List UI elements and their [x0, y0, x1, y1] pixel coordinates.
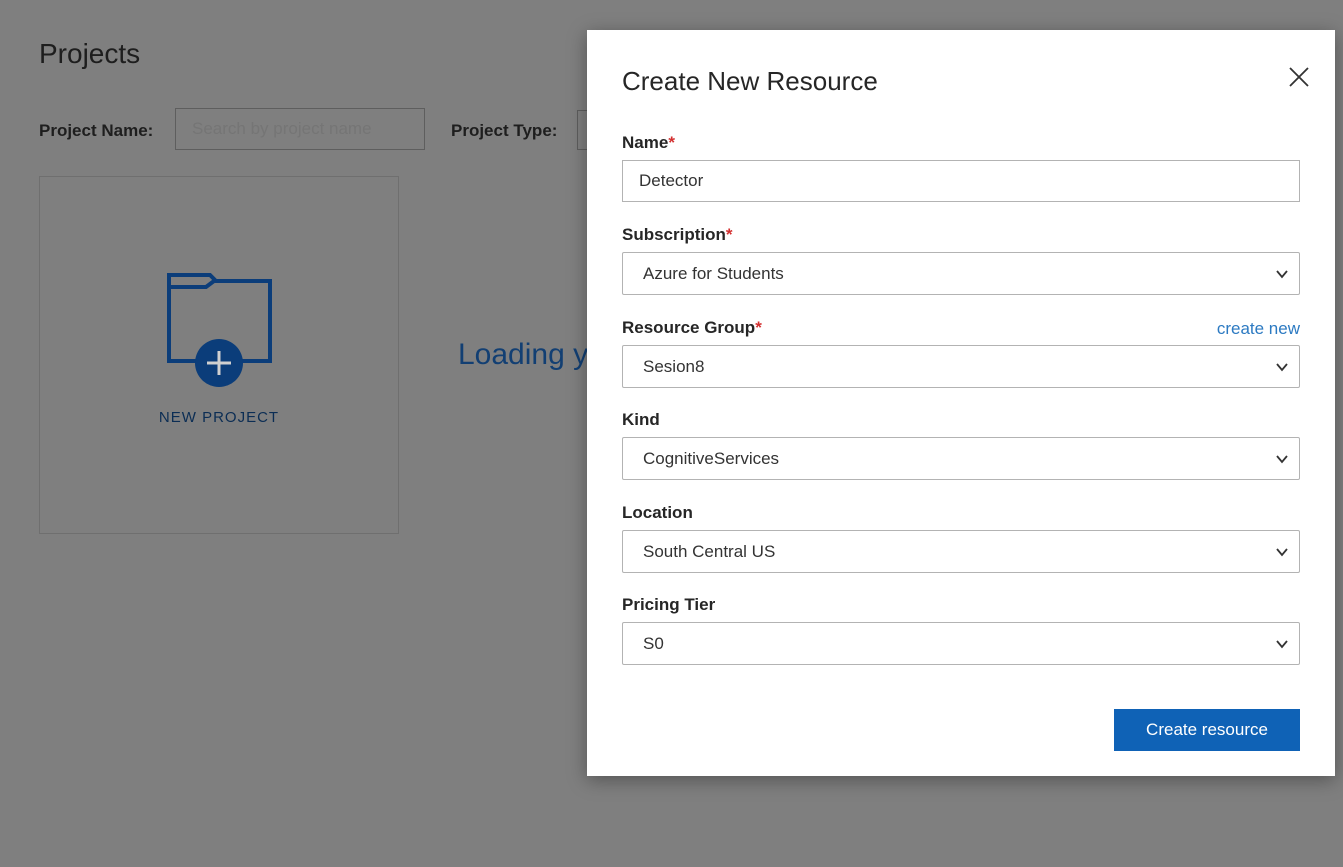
- pricing-tier-value: S0: [643, 634, 664, 653]
- project-search-input[interactable]: [175, 108, 425, 150]
- new-project-card[interactable]: NEW PROJECT: [39, 176, 399, 534]
- required-marker: *: [755, 318, 762, 337]
- page-title: Projects: [39, 38, 141, 69]
- create-resource-button[interactable]: Create resource: [1114, 709, 1300, 751]
- new-project-label: NEW PROJECT: [158, 409, 280, 426]
- required-marker: *: [668, 133, 675, 152]
- pricing-tier-select[interactable]: S0: [622, 622, 1300, 665]
- kind-value: CognitiveServices: [643, 449, 780, 468]
- close-icon[interactable]: [1287, 65, 1311, 89]
- pricing-tier-label: Pricing Tier: [622, 595, 716, 614]
- kind-select[interactable]: CognitiveServices: [622, 437, 1300, 480]
- kind-label: Kind: [622, 410, 660, 429]
- project-type-label: Project Type:: [451, 121, 558, 140]
- subscription-select[interactable]: Azure for Students: [622, 252, 1300, 295]
- required-marker: *: [725, 225, 733, 244]
- new-folder-icon: [167, 273, 272, 387]
- resource-group-label: Resource Group*: [622, 318, 762, 337]
- name-label: Name*: [622, 133, 675, 152]
- subscription-value: Azure for Students: [643, 264, 784, 283]
- location-label: Location: [622, 503, 693, 522]
- chevron-down-icon: [1276, 548, 1288, 557]
- create-new-resource-group-link[interactable]: create new: [1217, 319, 1300, 339]
- chevron-down-icon: [1276, 270, 1288, 279]
- name-input[interactable]: [622, 160, 1300, 202]
- location-select[interactable]: South Central US: [622, 530, 1300, 573]
- chevron-down-icon: [1276, 455, 1288, 464]
- subscription-label: Subscription*: [622, 225, 733, 244]
- resource-group-value: Sesion8: [643, 357, 705, 376]
- resource-group-select[interactable]: Sesion8: [622, 345, 1300, 388]
- create-resource-dialog: Create New Resource Name* Subscription* …: [587, 30, 1335, 776]
- loading-text: Loading your projects...: [458, 338, 587, 371]
- dialog-title: Create New Resource: [622, 66, 878, 96]
- chevron-down-icon: [1276, 640, 1288, 649]
- chevron-down-icon: [1276, 363, 1288, 372]
- location-value: South Central US: [643, 542, 776, 561]
- project-name-label: Project Name:: [39, 121, 154, 140]
